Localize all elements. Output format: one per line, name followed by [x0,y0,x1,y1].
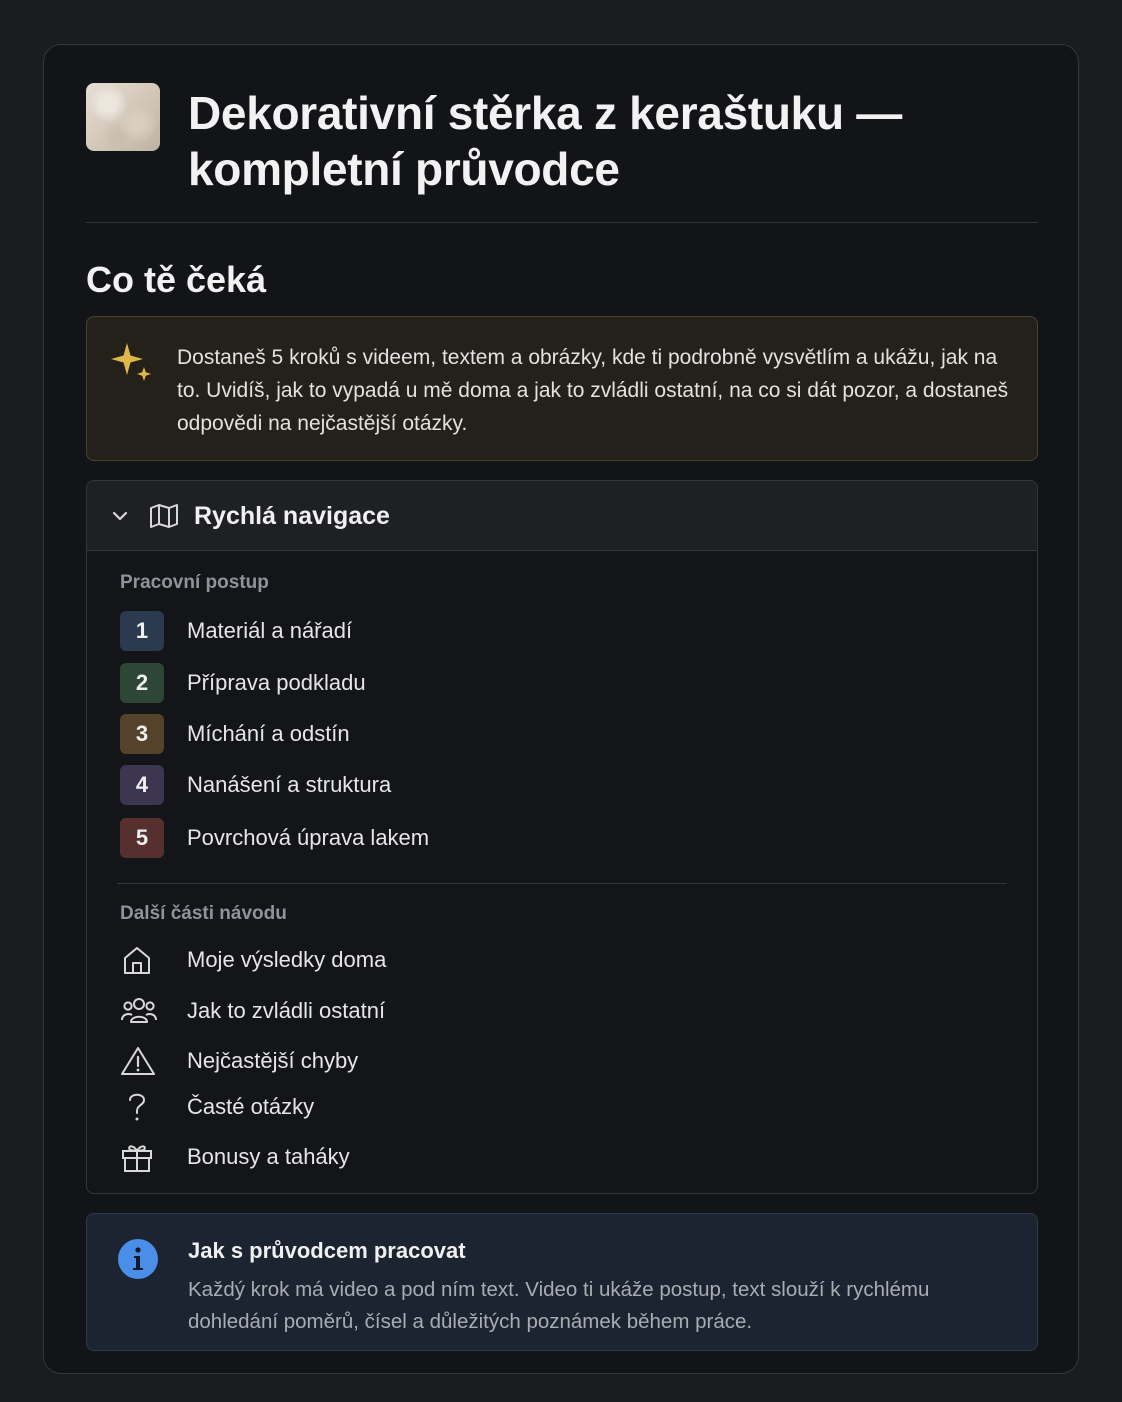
chevron-down-icon[interactable] [111,509,129,528]
step-label: Příprava podkladu [187,670,366,695]
sparkle-icon [109,341,155,392]
step-number-badge: 1 [120,611,164,651]
question-icon [120,1087,164,1127]
people-icon [120,991,164,1031]
page-cover-image [86,83,160,151]
navigation-divider [117,883,1007,884]
home-icon [120,940,164,980]
quick-navigation-title: Rychlá navigace [194,502,390,530]
gift-icon [120,1137,164,1177]
info-icon [117,1238,159,1285]
step-link-2[interactable]: 2 Příprava podkladu [120,663,720,703]
link-label: Časté otázky [187,1094,315,1119]
warning-icon [120,1041,164,1081]
step-label: Materiál a nářadí [187,618,353,643]
step-number-badge: 4 [120,765,164,805]
step-number-badge: 3 [120,714,164,754]
link-label: Moje výsledky doma [187,947,387,972]
map-icon [149,503,179,534]
link-label: Jak to zvládli ostatní [187,998,386,1023]
link-my-results[interactable]: Moje výsledky doma [120,940,720,980]
more-group-label: Další části návodu [120,903,287,924]
link-others-results[interactable]: Jak to zvládli ostatní [120,991,720,1031]
quick-navigation-header[interactable]: Rychlá navigace [87,481,1037,551]
step-label: Nanášení a struktura [187,772,392,797]
quick-navigation: Rychlá navigace Pracovní postup 1 Materi… [86,480,1038,1194]
link-label: Nejčastější chyby [187,1048,359,1073]
link-common-mistakes[interactable]: Nejčastější chyby [120,1041,720,1081]
steps-group-label: Pracovní postup [120,572,269,593]
step-link-1[interactable]: 1 Materiál a nářadí [120,611,720,651]
overview-callout: Dostaneš 5 kroků s videem, textem a obrá… [86,316,1038,461]
step-label: Povrchová úprava lakem [187,825,430,850]
step-link-4[interactable]: 4 Nanášení a struktura [120,765,720,805]
page-title: Dekorativní stěrka z keraštuku — komplet… [188,87,902,195]
info-callout: Jak s průvodcem pracovat Každý krok má v… [86,1213,1038,1351]
link-bonuses[interactable]: Bonusy a taháky [120,1137,720,1177]
overview-heading: Co tě čeká [86,259,267,300]
info-text: Každý krok má video a pod ním text. Vide… [188,1278,930,1333]
guide-page: Dekorativní stěrka z keraštuku — komplet… [43,44,1079,1374]
info-title: Jak s průvodcem pracovat [188,1238,466,1263]
step-label: Míchání a odstín [187,721,350,746]
step-number-badge: 2 [120,663,164,703]
step-link-5[interactable]: 5 Povrchová úprava lakem [120,818,720,858]
page-header: Dekorativní stěrka z keraštuku — komplet… [86,83,1038,223]
step-number-badge: 5 [120,818,164,858]
step-link-3[interactable]: 3 Míchání a odstín [120,714,720,754]
overview-callout-text: Dostaneš 5 kroků s videem, textem a obrá… [177,346,1009,435]
link-label: Bonusy a taháky [187,1144,350,1169]
link-faq[interactable]: Časté otázky [120,1087,720,1127]
